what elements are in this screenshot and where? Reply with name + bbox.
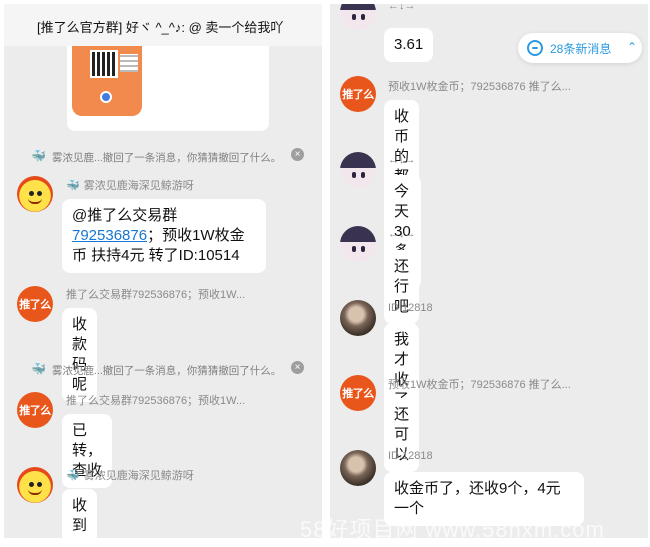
message-bubble[interactable]: 收款码呢 [62,308,98,402]
chevron-up-icon: ⌃ [627,40,638,54]
recall-notice: 🐳 雾浓见鹿...撤回了一条消息，你猜猜撤回了什么。 × [4,360,322,380]
sender-name: 🐳 雾浓见鹿海深见鲸游呀 [66,470,194,482]
whale-icon: 🐳 [66,470,80,482]
chat-icon [527,40,543,56]
poster-text-lines [120,54,138,72]
sender-name: 推了么交易群792536876；预收1W... [66,395,246,407]
right-chat-panel: ←↓→ 3.61 推了么 预收1W枚金币；792536876 推了么... 收币… [330,4,648,538]
group-number-link[interactable]: 792536876 [72,227,147,244]
qr-code-icon [90,50,118,78]
avatar[interactable] [17,467,53,503]
message-bubble[interactable]: @推了么交易群 792536876；预收1W枚金币 扶持4元 转了ID:1051… [62,199,266,273]
watermark: 58好项目网 www.58hxm.com [300,517,605,542]
message-bubble[interactable]: 收到 [62,489,98,538]
avatar[interactable] [17,176,53,212]
avatar[interactable] [340,450,376,486]
poster-graphic [72,46,142,116]
avatar[interactable] [340,300,376,336]
shared-image[interactable] [67,46,269,131]
close-icon[interactable]: × [291,361,304,374]
poster-logo-icon [100,91,112,103]
avatar[interactable]: 推了么 [340,76,376,112]
avatar[interactable]: 推了么 [17,392,53,428]
whale-icon: 🐳 [31,149,46,163]
recall-notice: 🐳 雾浓见鹿...撤回了一条消息，你猜猜撤回了什么。 × [4,147,322,167]
message-bubble[interactable]: 3.61 [384,28,434,62]
new-messages-label: 28条新消息 [550,42,612,56]
sender-name: 预收1W枚金币；792536876 推了么... [388,379,571,391]
sender-name: 预收1W枚金币；792536876 推了么... [388,81,571,93]
sender-name: ←↓→ [388,4,416,12]
sender-name: 推了么交易群792536876；预收1W... [66,289,246,301]
sender-name: ID.12818 [388,450,433,462]
avatar[interactable]: 推了么 [340,375,376,411]
sender-name: ID:12818 [388,302,433,314]
avatar[interactable] [340,226,376,262]
left-chat-panel: [推了么官方群] 好ヾ ^_^♪: @ 卖一个给我吖 🐳 雾浓见鹿...撤回了一… [4,4,322,538]
sender-name: ←↓→ [388,228,416,240]
whale-icon: 🐳 [31,362,46,376]
sender-name: 🐳 雾浓见鹿海深见鲸游呀 [66,180,194,192]
group-announcement-bar[interactable]: [推了么官方群] 好ヾ ^_^♪: @ 卖一个给我吖 [4,4,322,46]
new-messages-button[interactable]: 28条新消息 ⌃ [518,33,642,63]
whale-icon: 🐳 [66,180,80,192]
avatar[interactable]: 推了么 [17,286,53,322]
sender-name: ←↓→ [388,154,416,166]
close-icon[interactable]: × [291,148,304,161]
announcement-text: [推了么官方群] 好ヾ ^_^♪: @ 卖一个给我吖 [37,20,284,35]
avatar[interactable] [340,152,376,188]
avatar[interactable] [340,4,376,30]
